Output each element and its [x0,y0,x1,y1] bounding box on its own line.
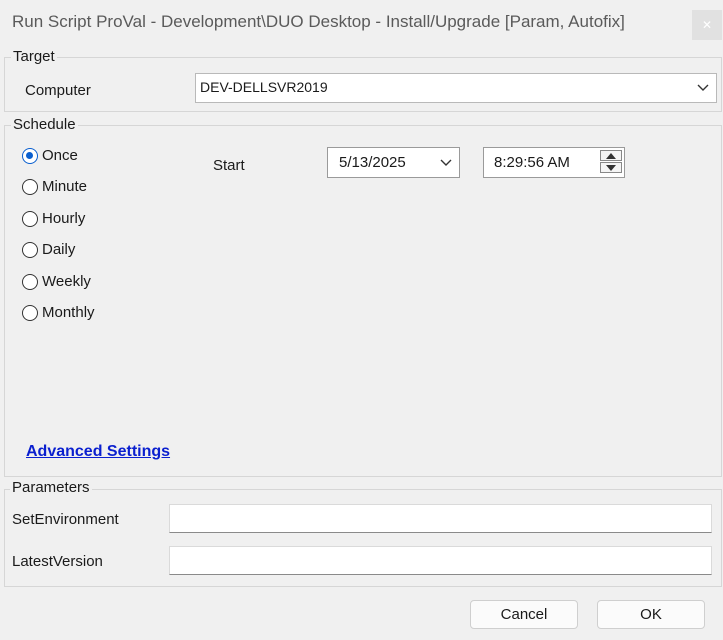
window-title: Run Script ProVal - Development\DUO Desk… [12,12,625,31]
radio-weekly[interactable]: Weekly [22,273,91,290]
computer-dropdown[interactable]: DEV-DELLSVR2019 [195,73,717,103]
cancel-button[interactable]: Cancel [470,600,578,629]
close-button[interactable]: ✕ [692,10,722,40]
target-group-label: Target [11,48,57,65]
latest-version-label: LatestVersion [12,553,103,570]
latest-version-input[interactable] [169,546,712,575]
parameters-group-label: Parameters [10,479,92,496]
radio-hourly[interactable]: Hourly [22,210,85,227]
chevron-down-icon [440,159,452,166]
radio-hourly-indicator [22,210,38,227]
computer-value: DEV-DELLSVR2019 [200,79,328,95]
radio-once-label: Once [42,147,78,164]
start-date-picker[interactable]: 5/13/2025 [327,147,460,178]
radio-minute-indicator [22,178,38,195]
ok-button[interactable]: OK [597,600,705,629]
radio-hourly-label: Hourly [42,210,86,227]
radio-once-indicator [22,147,38,164]
radio-monthly[interactable]: Monthly [22,304,95,321]
radio-daily[interactable]: Daily [22,241,75,258]
computer-label: Computer [25,82,91,99]
close-icon: ✕ [701,18,713,32]
start-time-value: 8:29:56 AM [494,154,570,171]
start-time-picker[interactable]: 8:29:56 AM [483,147,625,178]
radio-once[interactable]: Once [22,147,78,164]
time-spinner [600,150,622,174]
start-date-value: 5/13/2025 [339,154,406,171]
radio-weekly-indicator [22,273,38,290]
spin-down-button[interactable] [600,162,622,173]
spin-up-icon [606,153,616,159]
spin-up-button[interactable] [600,150,622,161]
set-environment-label: SetEnvironment [12,511,119,528]
radio-monthly-indicator [22,304,38,321]
schedule-group-label: Schedule [11,116,78,133]
spin-down-icon [606,165,616,171]
radio-daily-indicator [22,241,38,258]
radio-monthly-label: Monthly [42,304,95,321]
radio-minute-label: Minute [42,178,88,195]
title-bar: Run Script ProVal - Development\DUO Desk… [0,0,723,44]
advanced-settings-link[interactable]: Advanced Settings [26,443,170,461]
set-environment-input[interactable] [169,504,712,533]
radio-weekly-label: Weekly [42,273,91,290]
start-label: Start [213,157,245,174]
chevron-down-icon [697,84,709,91]
radio-daily-label: Daily [42,241,76,258]
radio-minute[interactable]: Minute [22,178,87,195]
